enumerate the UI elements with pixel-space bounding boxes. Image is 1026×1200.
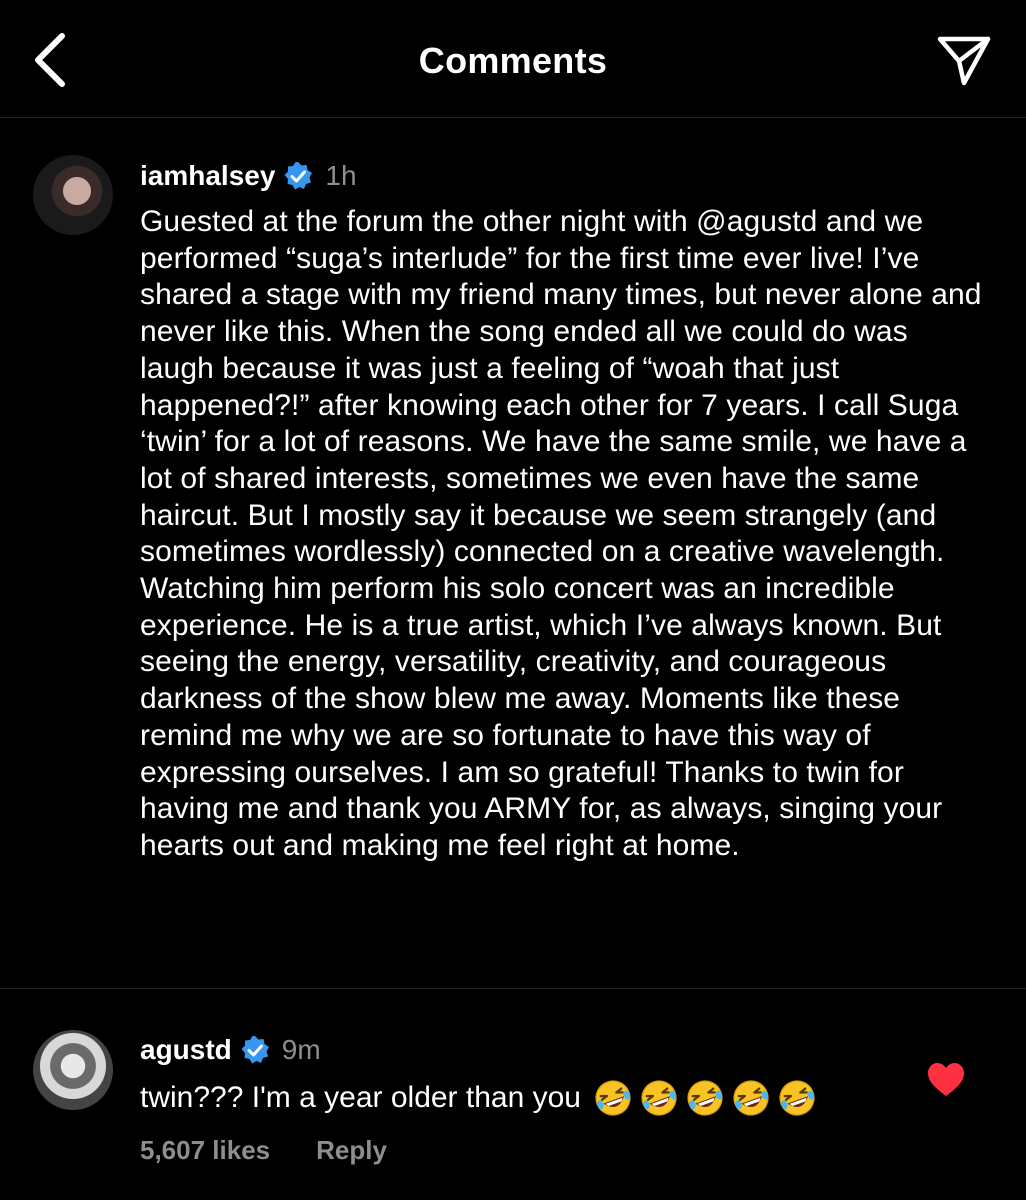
page-title: Comments: [418, 40, 608, 81]
rolling-on-floor-laughing-emoji: [687, 1080, 723, 1116]
rolling-on-floor-laughing-emoji: [595, 1080, 631, 1116]
rolling-on-floor-laughing-emoji: [779, 1080, 815, 1116]
post-caption-block: iamhalsey 1h Guested at the forum the ot…: [0, 118, 1026, 989]
rolling-on-floor-laughing-emoji: [733, 1080, 769, 1116]
post-caption-text: Guested at the forum the other night wit…: [140, 205, 982, 862]
comment-text: twin??? I'm a year older than you: [140, 1081, 581, 1114]
paper-plane-icon: [937, 36, 991, 86]
verified-badge-icon: [284, 162, 313, 190]
comment-username[interactable]: agustd: [140, 1034, 232, 1066]
post-username[interactable]: iamhalsey: [140, 160, 275, 192]
comment-text-row: twin??? I'm a year older than you: [140, 1078, 817, 1118]
rolling-on-floor-laughing-emoji: [641, 1080, 677, 1116]
avatar[interactable]: [33, 155, 113, 235]
reply-button[interactable]: Reply: [316, 1135, 387, 1166]
comment-meta-row: 5,607 likes Reply: [140, 1135, 387, 1166]
comment-item: agustd 9m twin??? I'm a year older than …: [0, 990, 1026, 1200]
likes-count[interactable]: 5,607 likes: [140, 1135, 270, 1166]
comment-author-row: agustd 9m: [140, 1034, 321, 1066]
avatar[interactable]: [33, 1030, 113, 1110]
post-author-row: iamhalsey 1h: [140, 160, 357, 192]
heart-icon[interactable]: [926, 1060, 966, 1100]
verified-badge-icon: [241, 1036, 269, 1064]
post-timestamp: 1h: [325, 160, 357, 191]
header-bar: Comments: [0, 0, 1026, 118]
comment-timestamp: 9m: [281, 1034, 321, 1065]
share-button[interactable]: [932, 28, 996, 92]
emoji-group: [593, 1078, 817, 1118]
